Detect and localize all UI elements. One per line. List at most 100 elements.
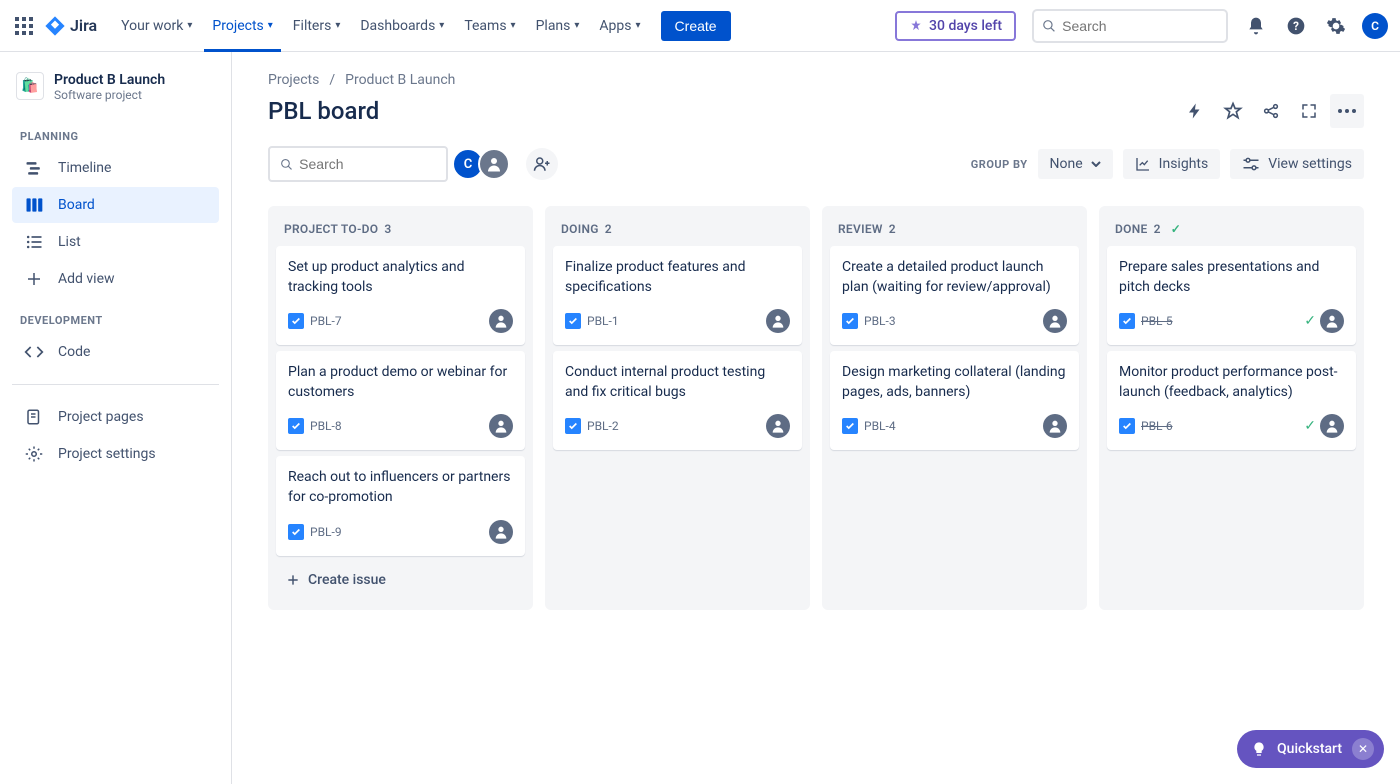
issue-key[interactable]: PBL-2 — [565, 418, 619, 434]
issue-key[interactable]: PBL-6 — [1119, 418, 1173, 434]
view-settings-button[interactable]: View settings — [1230, 149, 1364, 179]
issue-key[interactable]: PBL-9 — [288, 524, 342, 540]
sidebar-item-list[interactable]: List — [12, 224, 219, 260]
add-people-button[interactable] — [526, 148, 558, 180]
user-avatar[interactable]: C — [1362, 13, 1388, 39]
list-icon — [24, 232, 44, 252]
task-icon — [565, 418, 581, 434]
groupby-selector[interactable]: None — [1038, 149, 1113, 179]
fullscreen-icon[interactable] — [1292, 94, 1326, 128]
sidebar-label: Project settings — [58, 446, 156, 462]
issue-card[interactable]: Finalize product features and specificat… — [553, 246, 802, 345]
issue-card[interactable]: Reach out to influencers or partners for… — [276, 456, 525, 555]
sidebar-item-project-pages[interactable]: Project pages — [12, 399, 219, 435]
breadcrumb-current[interactable]: Product B Launch — [345, 72, 455, 88]
column-header[interactable]: DOING 2 — [551, 214, 804, 246]
nav-item[interactable]: Filters▾ — [285, 12, 349, 40]
assignee-avatar[interactable] — [766, 414, 790, 438]
issue-card[interactable]: Prepare sales presentations and pitch de… — [1107, 246, 1356, 345]
board-column: DOING 2 Finalize product features and sp… — [545, 206, 810, 610]
sidebar-label: List — [58, 234, 81, 250]
sidebar-item-timeline[interactable]: Timeline — [12, 150, 219, 186]
create-button[interactable]: Create — [661, 11, 731, 41]
board-icon — [24, 195, 44, 215]
column-header[interactable]: REVIEW 2 — [828, 214, 1081, 246]
board-toolbar: C GROUP BY None Insights View settings — [268, 146, 1364, 182]
groupby-value: None — [1050, 156, 1083, 172]
sidebar-divider — [12, 384, 219, 385]
insights-button[interactable]: Insights — [1123, 149, 1221, 179]
column-header[interactable]: DONE 2✓ — [1105, 214, 1358, 246]
trial-days-button[interactable]: 30 days left — [895, 11, 1016, 41]
insights-label: Insights — [1159, 156, 1209, 172]
trial-days-label: 30 days left — [929, 18, 1002, 34]
global-search-input[interactable] — [1062, 18, 1218, 34]
project-icon: 🛍️ — [16, 72, 44, 100]
search-icon — [280, 157, 293, 172]
assignee-avatar[interactable] — [766, 309, 790, 333]
sidebar-item-board[interactable]: Board — [12, 187, 219, 223]
project-name: Product B Launch — [54, 72, 165, 88]
issue-key[interactable]: PBL-8 — [288, 418, 342, 434]
app-switcher-icon[interactable] — [12, 14, 36, 38]
nav-item[interactable]: Plans▾ — [528, 12, 588, 40]
project-header[interactable]: 🛍️ Product B Launch Software project — [8, 72, 223, 114]
nav-item[interactable]: Projects▾ — [204, 12, 280, 40]
assignee-avatar[interactable] — [1320, 309, 1344, 333]
settings-icon[interactable] — [1322, 12, 1350, 40]
timeline-icon — [24, 158, 44, 178]
assignee-avatar[interactable] — [1320, 414, 1344, 438]
nav-item[interactable]: Your work▾ — [113, 12, 200, 40]
share-icon[interactable] — [1254, 94, 1288, 128]
help-icon[interactable]: ? — [1282, 12, 1310, 40]
sidebar-label: Project pages — [58, 409, 144, 425]
issue-key[interactable]: PBL-4 — [842, 418, 896, 434]
assignee-avatar[interactable] — [489, 414, 513, 438]
sidebar-label: Add view — [58, 271, 115, 287]
card-title: Finalize product features and specificat… — [565, 258, 790, 297]
quickstart-button[interactable]: Quickstart ✕ — [1237, 730, 1384, 768]
issue-card[interactable]: Create a detailed product launch plan (w… — [830, 246, 1079, 345]
notifications-icon[interactable] — [1242, 12, 1270, 40]
assignee-avatar[interactable] — [489, 309, 513, 333]
board-search-input[interactable] — [299, 156, 436, 172]
more-actions-icon[interactable] — [1330, 94, 1364, 128]
project-sidebar: 🛍️ Product B Launch Software project PLA… — [0, 52, 232, 784]
breadcrumb-root[interactable]: Projects — [268, 72, 319, 88]
global-search[interactable] — [1032, 9, 1228, 43]
card-title: Prepare sales presentations and pitch de… — [1119, 258, 1344, 297]
close-icon[interactable]: ✕ — [1352, 738, 1374, 760]
nav-item[interactable]: Apps▾ — [591, 12, 648, 40]
card-title: Conduct internal product testing and fix… — [565, 363, 790, 402]
nav-item[interactable]: Dashboards▾ — [352, 12, 452, 40]
card-title: Plan a product demo or webinar for custo… — [288, 363, 513, 402]
create-issue-button[interactable]: Create issue — [274, 562, 527, 598]
svg-text:?: ? — [1293, 19, 1299, 33]
sidebar-item-project-settings[interactable]: Project settings — [12, 436, 219, 472]
jira-logo[interactable]: Jira — [44, 15, 97, 37]
issue-card[interactable]: Plan a product demo or webinar for custo… — [276, 351, 525, 450]
sidebar-item-code[interactable]: Code — [12, 334, 219, 370]
main-content: Projects / Product B Launch PBL board C — [232, 52, 1400, 784]
board-search[interactable] — [268, 146, 448, 182]
avatar-unassigned[interactable] — [478, 148, 510, 180]
issue-key[interactable]: PBL-7 — [288, 313, 342, 329]
issue-card[interactable]: Set up product analytics and tracking to… — [276, 246, 525, 345]
sidebar-item-add-view[interactable]: Add view — [12, 261, 219, 297]
assignee-avatar[interactable] — [1043, 309, 1067, 333]
star-icon[interactable] — [1216, 94, 1250, 128]
card-title: Set up product analytics and tracking to… — [288, 258, 513, 297]
task-icon — [288, 524, 304, 540]
issue-card[interactable]: Monitor product performance post-launch … — [1107, 351, 1356, 450]
issue-key[interactable]: PBL-5 — [1119, 313, 1173, 329]
assignee-avatar[interactable] — [1043, 414, 1067, 438]
task-icon — [565, 313, 581, 329]
issue-card[interactable]: Design marketing collateral (landing pag… — [830, 351, 1079, 450]
issue-key[interactable]: PBL-1 — [565, 313, 619, 329]
automation-icon[interactable] — [1178, 94, 1212, 128]
assignee-avatar[interactable] — [489, 520, 513, 544]
column-header[interactable]: PROJECT TO-DO 3 — [274, 214, 527, 246]
nav-item[interactable]: Teams▾ — [456, 12, 523, 40]
issue-key[interactable]: PBL-3 — [842, 313, 896, 329]
issue-card[interactable]: Conduct internal product testing and fix… — [553, 351, 802, 450]
